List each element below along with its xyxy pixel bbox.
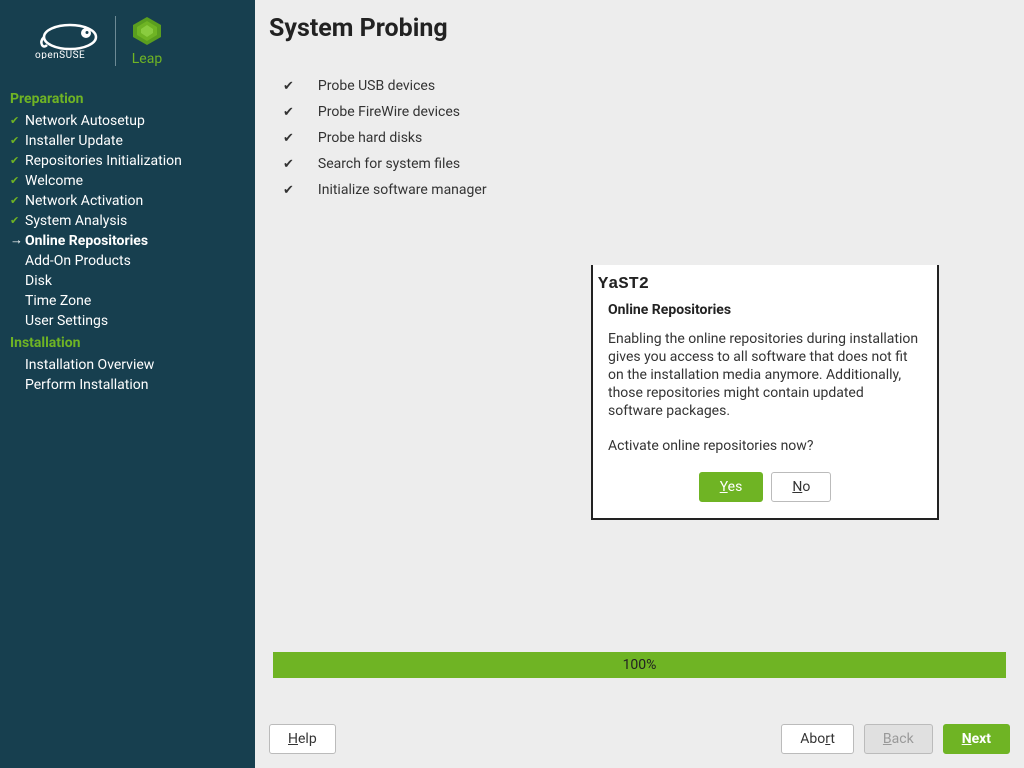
progress-area: 100% (273, 652, 1006, 678)
check-icon: ✔ (10, 112, 22, 130)
check-icon: ✔ (283, 79, 294, 94)
nav-item: Perform Installation (0, 375, 255, 395)
no-button[interactable]: No (771, 472, 831, 502)
probe-label: Probe USB devices (318, 78, 435, 94)
probe-label: Initialize software manager (318, 182, 487, 198)
nav-section-title: Preparation (0, 87, 255, 111)
check-icon: ✔ (10, 152, 22, 170)
check-icon: ✔ (283, 131, 294, 146)
probe-label: Probe hard disks (318, 130, 422, 146)
nav-item: Disk (0, 271, 255, 291)
logo-divider (115, 16, 116, 66)
check-icon: ✔ (283, 183, 294, 198)
dialog-heading: Online Repositories (608, 302, 922, 330)
help-button[interactable]: Help (269, 724, 336, 754)
nav-item: →Online Repositories (0, 231, 255, 251)
check-icon: ✔ (283, 157, 294, 172)
bottom-bar: Help Abort Back Next (269, 724, 1010, 754)
bottom-right: Abort Back Next (781, 724, 1010, 754)
nav-section-title: Installation (0, 331, 255, 355)
probe-list: ✔ Probe USB devices ✔ Probe FireWire device… (255, 53, 1024, 203)
dialog-text: Enabling the online repositories during … (608, 330, 922, 438)
page-title: System Probing (255, 0, 1024, 53)
opensuse-chameleon-icon: openSUSE (35, 23, 100, 59)
nav-item-label: User Settings (25, 312, 108, 330)
check-icon: ✔ (10, 192, 22, 210)
nav-item-label: Perform Installation (25, 376, 148, 394)
probe-item: ✔ Probe hard disks (269, 125, 1010, 151)
nav-item: ✔Network Activation (0, 191, 255, 211)
opensuse-logo: openSUSE (35, 23, 100, 59)
nav-item-label: Network Autosetup (25, 112, 145, 130)
navigation: Preparation✔Network Autosetup✔Installer … (0, 77, 255, 405)
leap-logo: Leap (131, 15, 163, 67)
check-icon: ✔ (10, 172, 22, 190)
leap-name: Leap (132, 51, 162, 67)
abort-button[interactable]: Abort (781, 724, 854, 754)
progress-bar: 100% (273, 652, 1006, 678)
progress-percent: 100% (623, 657, 657, 673)
nav-item-label: Disk (25, 272, 52, 290)
probe-item: ✔ Initialize software manager (269, 177, 1010, 203)
arrow-icon: → (10, 232, 22, 250)
nav-item-label: Installer Update (25, 132, 123, 150)
bottom-left: Help (269, 724, 336, 754)
probe-item: ✔ Probe FireWire devices (269, 99, 1010, 125)
nav-item: ✔Installer Update (0, 131, 255, 151)
nav-item: ✔Network Autosetup (0, 111, 255, 131)
nav-item-label: Add-On Products (25, 252, 131, 270)
yes-button[interactable]: Yes (699, 472, 764, 502)
sidebar: openSUSE Leap Preparation✔Network Autose… (0, 0, 255, 768)
nav-item: User Settings (0, 311, 255, 331)
nav-item: ✔Welcome (0, 171, 255, 191)
nav-item-label: Online Repositories (25, 232, 148, 250)
logo-area: openSUSE Leap (0, 0, 255, 77)
dialog-buttons: Yes No (608, 472, 922, 502)
nav-item-label: Installation Overview (25, 356, 154, 374)
nav-item-label: System Analysis (25, 212, 127, 230)
nav-item: ✔System Analysis (0, 211, 255, 231)
yast-dialog: YaST2 Online Repositories Enabling the o… (591, 265, 939, 520)
nav-item-label: Network Activation (25, 192, 143, 210)
nav-item-label: Repositories Initialization (25, 152, 182, 170)
leap-icon (131, 15, 163, 47)
back-button[interactable]: Back (864, 724, 933, 754)
probe-label: Probe FireWire devices (318, 104, 460, 120)
nav-item: ✔Repositories Initialization (0, 151, 255, 171)
nav-item-label: Time Zone (25, 292, 91, 310)
nav-item: Add-On Products (0, 251, 255, 271)
nav-item: Time Zone (0, 291, 255, 311)
probe-item: ✔ Search for system files (269, 151, 1010, 177)
check-icon: ✔ (283, 105, 294, 120)
nav-item-label: Welcome (25, 172, 83, 190)
probe-label: Search for system files (318, 156, 460, 172)
dialog-title: YaST2 (593, 265, 937, 302)
dialog-question: Activate online repositories now? (608, 438, 922, 472)
main-content: System Probing ✔ Probe USB devices ✔ Probe … (255, 0, 1024, 768)
check-icon: ✔ (10, 132, 22, 150)
nav-item: Installation Overview (0, 355, 255, 375)
probe-item: ✔ Probe USB devices (269, 73, 1010, 99)
dialog-body: Online Repositories Enabling the online … (593, 302, 937, 518)
next-button[interactable]: Next (943, 724, 1010, 754)
check-icon: ✔ (10, 212, 22, 230)
svg-text:openSUSE: openSUSE (35, 50, 85, 59)
